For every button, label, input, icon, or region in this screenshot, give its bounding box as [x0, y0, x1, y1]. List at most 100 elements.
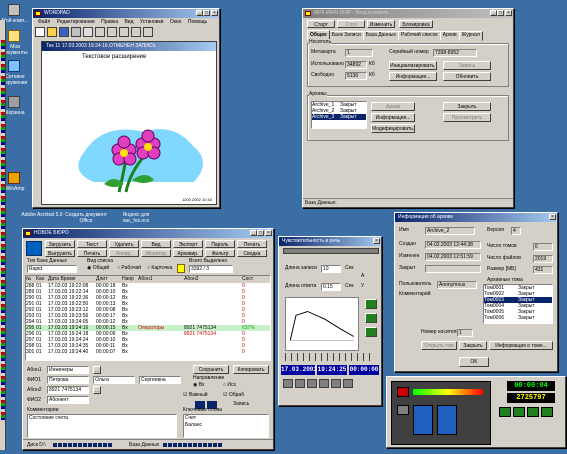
- menu-item[interactable]: Редактирование: [57, 19, 95, 25]
- menu-item[interactable]: Файл: [38, 19, 50, 25]
- record-button[interactable]: Запись: [443, 61, 491, 70]
- rewind-button[interactable]: [527, 407, 539, 417]
- stop-button[interactable]: [397, 405, 409, 415]
- minimize-button[interactable]: _: [250, 230, 257, 236]
- unload-button[interactable]: Выгрузить: [45, 249, 75, 257]
- abon2-dropdown[interactable]: …: [93, 386, 101, 394]
- view-button[interactable]: Просмотреть: [443, 113, 491, 122]
- recycle-bin-icon[interactable]: [8, 96, 20, 108]
- list-item[interactable]: Том0006 Закрыт: [484, 315, 552, 321]
- desktop-icon-label[interactable]: Яндекс для vac_fox.ocx: [116, 212, 156, 224]
- ff-button[interactable]: [541, 407, 553, 417]
- processed-checkbox[interactable]: ☑ Обраб: [223, 392, 244, 399]
- tab-record-bank[interactable]: Банк Записи: [328, 31, 364, 41]
- delete-button[interactable]: Удалить: [109, 240, 139, 248]
- archive-button[interactable]: Архив: [371, 102, 415, 111]
- table-row[interactable]: 301 01 17.03.03 19:24:40 00:00:07 Вх 0: [26, 349, 270, 355]
- stop-button[interactable]: [319, 379, 329, 388]
- pause-button[interactable]: [307, 379, 317, 388]
- initialize-button[interactable]: Инициализировать...: [389, 61, 437, 70]
- save-icon[interactable]: [59, 27, 69, 37]
- winamp-icon[interactable]: [8, 172, 20, 184]
- info-button[interactable]: Информация...: [389, 72, 437, 81]
- view-option-working[interactable]: ○ Рабочий: [117, 265, 141, 272]
- ff-button[interactable]: [331, 379, 341, 388]
- tab-journal[interactable]: Журнал: [458, 31, 483, 41]
- load-button[interactable]: Загрузить: [45, 240, 75, 248]
- view-option-general[interactable]: ◉ Общий: [87, 265, 109, 272]
- close-button[interactable]: ×: [505, 10, 512, 16]
- flag-icon[interactable]: [177, 264, 185, 273]
- close-volume-button[interactable]: Закрыть: [459, 341, 487, 350]
- lock-button[interactable]: Блокировка: [399, 20, 433, 28]
- fio2-field[interactable]: Абонент: [47, 396, 89, 404]
- pause-button[interactable]: [513, 407, 525, 417]
- keywords-field[interactable]: Счет Баланс: [183, 414, 269, 438]
- paste-icon[interactable]: [119, 27, 129, 37]
- zoom-out-button[interactable]: [365, 313, 377, 323]
- fio1-last[interactable]: Петрова: [47, 376, 89, 384]
- abon1-dropdown[interactable]: …: [93, 366, 101, 374]
- close-button[interactable]: ×: [549, 214, 556, 220]
- copy-button[interactable]: Копир.: [109, 249, 139, 257]
- close-button[interactable]: ×: [265, 230, 272, 236]
- important-checkbox[interactable]: ☑ Важный: [183, 392, 207, 399]
- menu-item[interactable]: Вид: [124, 19, 133, 25]
- menu-item[interactable]: Окно: [170, 19, 182, 25]
- play-button[interactable]: [295, 379, 305, 388]
- maximize-button[interactable]: □: [497, 10, 504, 16]
- archives-list[interactable]: Archive_1 Закрыт Archive_2 Закрыт Archive_…: [311, 101, 367, 129]
- print2-button[interactable]: Печать: [77, 249, 107, 257]
- document-text[interactable]: Текстовое расширение: [82, 54, 146, 61]
- password-button[interactable]: Пароль: [205, 240, 235, 248]
- save-button[interactable]: Сохранить: [193, 365, 229, 374]
- document-titlebar[interactable]: Тек 11 17.03.2003 19:24:16.ОТМЕНЕН ЗАПИС…: [42, 42, 216, 51]
- desktop-icon-label[interactable]: Создать документ Office: [62, 212, 110, 224]
- direction-out[interactable]: ○ Исх: [223, 382, 236, 389]
- view-option-card[interactable]: ○ Карточка: [147, 265, 172, 272]
- menu-item[interactable]: Правка: [101, 19, 118, 25]
- fio1-middle[interactable]: Сергеевна: [139, 376, 181, 384]
- print-icon[interactable]: [71, 27, 81, 37]
- close-button[interactable]: ×: [373, 238, 380, 244]
- volume-info-button[interactable]: Информация о томе...: [489, 341, 553, 350]
- wordpad-titlebar[interactable]: WORDPAD _ □ ×: [33, 9, 219, 18]
- player-titlebar[interactable]: Чувствительность и речь ×: [279, 237, 381, 246]
- filter-button[interactable]: Фильтр: [205, 249, 235, 257]
- list-item[interactable]: Archive_3 Закрыт: [312, 114, 366, 120]
- copy-button[interactable]: Копировать: [233, 365, 269, 374]
- tab-worklist[interactable]: Рабочий список: [398, 31, 441, 41]
- documents-icon[interactable]: [8, 30, 20, 42]
- menu-item[interactable]: Установки: [140, 19, 164, 25]
- network-icon[interactable]: [8, 60, 20, 72]
- copy-icon[interactable]: [107, 27, 117, 37]
- tab-archive[interactable]: Архив: [439, 31, 460, 41]
- close-button[interactable]: ×: [211, 10, 218, 16]
- maximize-button[interactable]: □: [257, 230, 264, 236]
- export-button[interactable]: Экспорт: [173, 240, 203, 248]
- start-button[interactable]: Старт: [307, 20, 335, 28]
- seek-slider[interactable]: [285, 353, 375, 361]
- summary-button[interactable]: Сводка: [237, 249, 267, 257]
- play-button[interactable]: [499, 407, 511, 417]
- find-icon[interactable]: [83, 27, 93, 37]
- fio1-first[interactable]: Ольга: [93, 376, 135, 384]
- date-icon[interactable]: [143, 27, 153, 37]
- print-button[interactable]: Печать: [237, 240, 267, 248]
- list-type-select[interactable]: Rapid: [27, 265, 77, 273]
- close-archive-button[interactable]: Закрыть: [443, 102, 491, 111]
- sensitivity-slider[interactable]: [283, 248, 379, 254]
- new-icon[interactable]: [35, 27, 45, 37]
- loop-button[interactable]: [343, 379, 353, 388]
- maximize-button[interactable]: □: [203, 10, 210, 16]
- dialog-titlebar[interactable]: Информация об архиве ×: [395, 213, 557, 222]
- main-titlebar[interactable]: НОВОЕ БЮРО _ □ ×: [23, 229, 273, 238]
- abon1-field[interactable]: Инженеры: [47, 366, 89, 374]
- forward-button[interactable]: [365, 327, 377, 337]
- modify-button[interactable]: Модифицировать...: [371, 124, 415, 133]
- stop-button[interactable]: Стоп: [337, 20, 365, 28]
- monitor-button[interactable]: Монитор: [141, 249, 171, 257]
- cut-icon[interactable]: [95, 27, 105, 37]
- view-mode-button[interactable]: Вид: [141, 240, 171, 248]
- volumes-list[interactable]: Том0001 Закрыт Том0002 Закрыт Том0003 Закры…: [483, 284, 553, 324]
